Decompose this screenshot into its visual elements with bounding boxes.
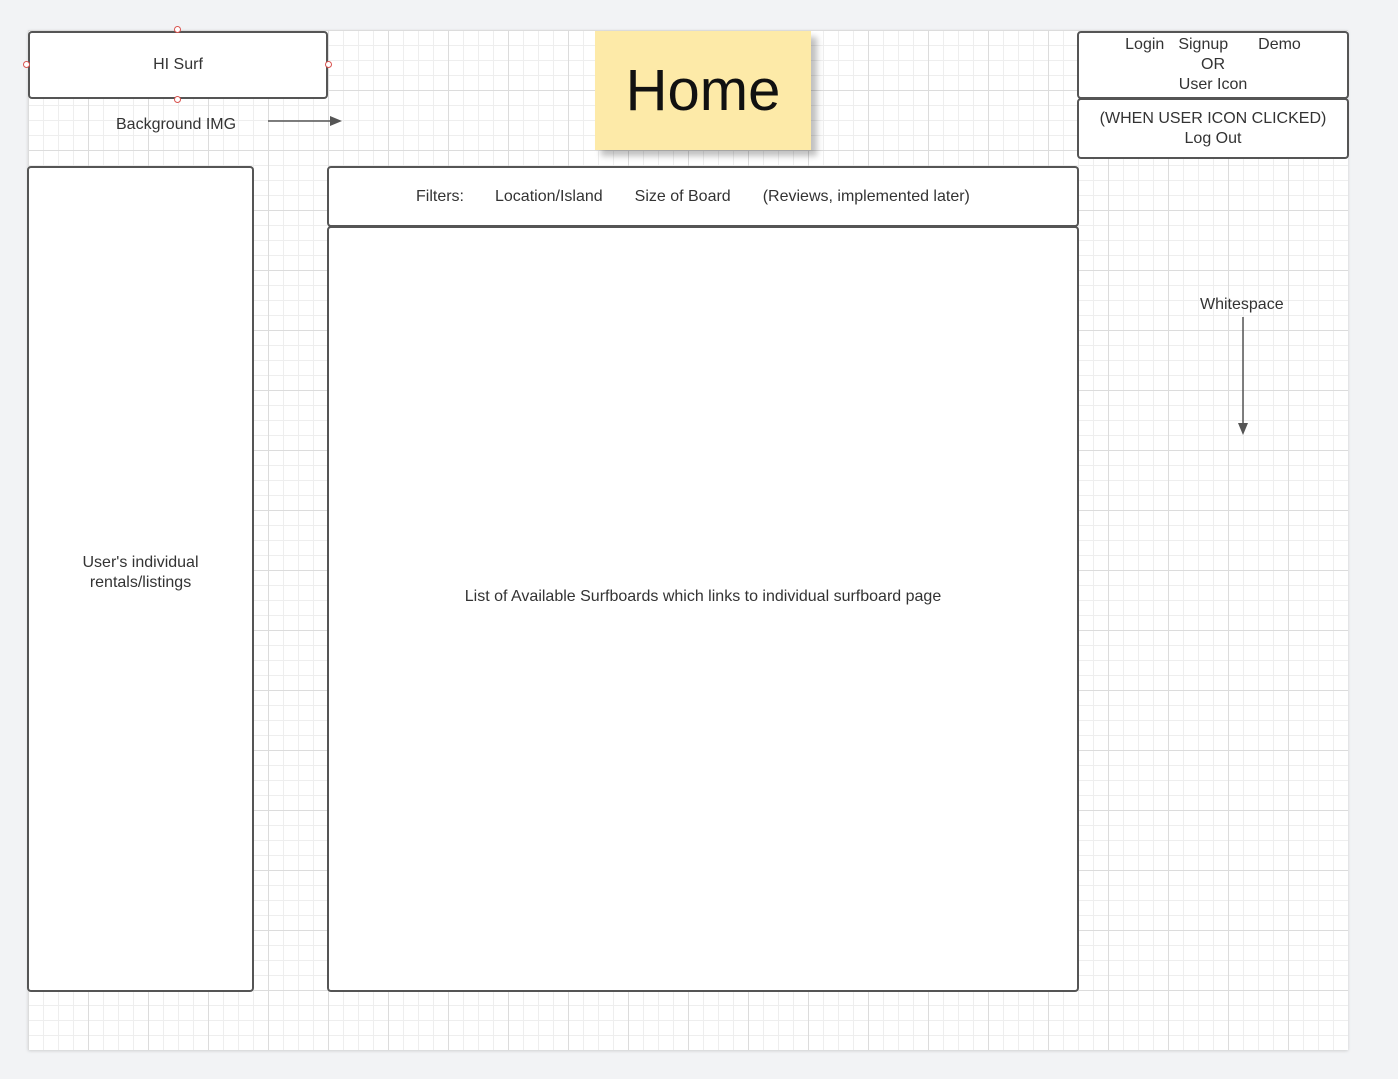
arrows-layer [268,116,1248,435]
whitespace-arrow [1238,317,1248,435]
background-img-arrow [268,116,342,126]
